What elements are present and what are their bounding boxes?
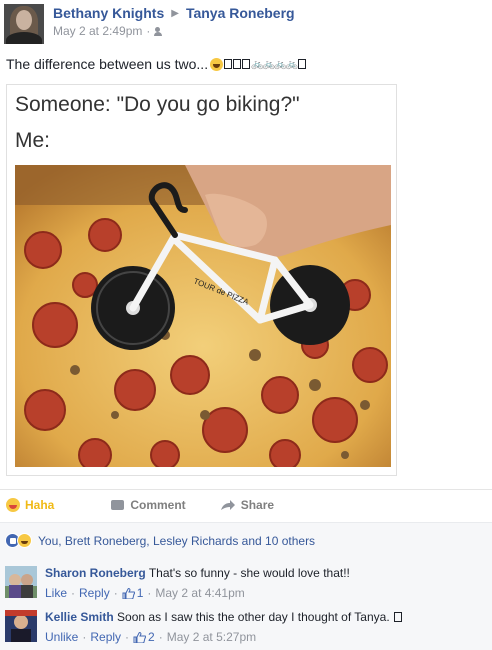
- missing-glyph-icon: [224, 59, 233, 69]
- comment-icon: [111, 499, 125, 510]
- meme-caption-line2: Me:: [15, 129, 51, 152]
- author-avatar[interactable]: [4, 4, 44, 44]
- meme-caption-line1: Someone: "Do you go biking?": [15, 93, 300, 116]
- missing-glyph-icon: [233, 59, 242, 69]
- comment-timestamp[interactable]: May 2 at 4:41pm: [155, 586, 244, 600]
- comment-text: That's so funny - she would love that!!: [148, 566, 350, 580]
- arrow-right-icon: ▶: [171, 7, 179, 19]
- bicycle-emoji-icon: 🚲🚲🚲🚲: [251, 58, 298, 70]
- comments-section: Sharon Roneberg That's so funny - she wo…: [0, 558, 492, 650]
- post-timestamp[interactable]: May 2 at 2:49pm: [53, 24, 142, 38]
- meme-image[interactable]: Someone: "Do you go biking?" Me: TOUR de…: [6, 84, 397, 476]
- comment-item: Kellie Smith Soon as I saw this the othe…: [5, 610, 402, 644]
- comment-like-link[interactable]: Like: [45, 586, 67, 600]
- missing-glyph-icon: [394, 612, 402, 622]
- post-action-bar: Haha Comment Share: [0, 489, 492, 519]
- reactors-list[interactable]: You, Brett Roneberg, Lesley Richards and…: [38, 534, 315, 548]
- reactions-summary[interactable]: You, Brett Roneberg, Lesley Richards and…: [0, 522, 492, 558]
- laughing-emoji-icon: [210, 57, 224, 71]
- post-header: Bethany Knights ▶ Tanya Roneberg May 2 a…: [4, 4, 295, 44]
- comment-text: Soon as I saw this the other day I thoug…: [117, 610, 390, 624]
- pizza-bike-photo: TOUR de PIZZA: [15, 165, 391, 467]
- share-arrow-icon: [220, 499, 235, 510]
- thumbs-up-icon[interactable]: [133, 631, 147, 643]
- haha-icon: [6, 497, 20, 512]
- recipient-name[interactable]: Tanya Roneberg: [186, 5, 295, 21]
- thumbs-up-icon[interactable]: [122, 587, 135, 599]
- comment-reply-link[interactable]: Reply: [90, 630, 121, 644]
- comment-like-count[interactable]: 1: [137, 586, 144, 600]
- post-text: The difference between us two... 🚲🚲🚲🚲: [6, 56, 306, 72]
- missing-glyph-icon: [297, 59, 306, 69]
- comment-reply-link[interactable]: Reply: [79, 586, 110, 600]
- commenter-avatar[interactable]: [5, 610, 37, 642]
- comment-like-count[interactable]: 2: [148, 630, 155, 644]
- haha-button[interactable]: Haha: [6, 497, 54, 512]
- comment-timestamp[interactable]: May 2 at 5:27pm: [167, 630, 256, 644]
- author-name[interactable]: Bethany Knights: [53, 5, 164, 21]
- comment-item: Sharon Roneberg That's so funny - she wo…: [5, 566, 350, 600]
- haha-reaction-icon: [17, 533, 32, 548]
- feed-post: Bethany Knights ▶ Tanya Roneberg May 2 a…: [0, 0, 492, 650]
- comment-unlike-link[interactable]: Unlike: [45, 630, 78, 644]
- share-button[interactable]: Share: [220, 498, 274, 512]
- friends-icon[interactable]: [154, 26, 166, 36]
- commenter-name[interactable]: Sharon Roneberg: [45, 566, 146, 580]
- comment-button[interactable]: Comment: [89, 498, 186, 512]
- commenter-avatar[interactable]: [5, 566, 37, 598]
- commenter-name[interactable]: Kellie Smith: [45, 610, 114, 624]
- missing-glyph-icon: [242, 59, 251, 69]
